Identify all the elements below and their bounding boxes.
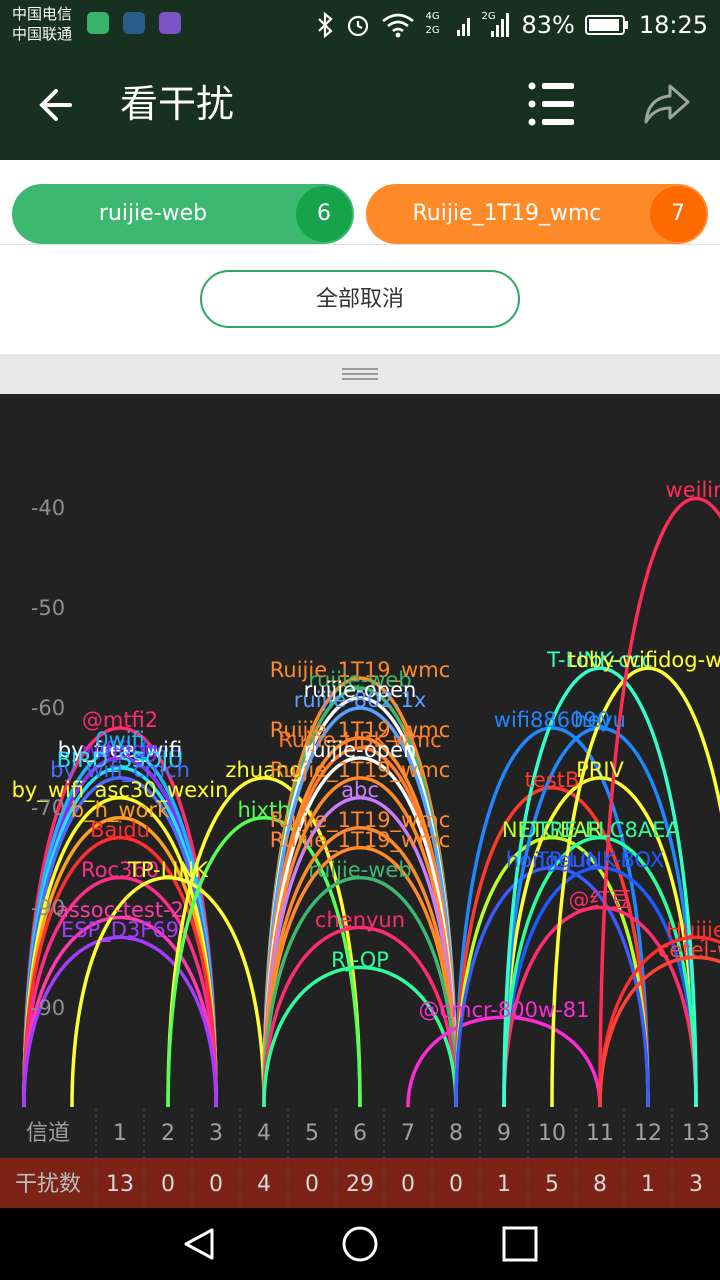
signal-label: Baidu xyxy=(90,818,150,842)
app-bar: 看干扰 xyxy=(0,48,720,160)
signal-bars-icon-2 xyxy=(491,13,510,37)
status-bar: 中国电信 中国联通 4G 2G 2G 83% 18:25 xyxy=(0,0,720,48)
signal-label: PRIV xyxy=(576,758,624,782)
page-title: 看干扰 xyxy=(120,82,235,126)
signal-label: OTRE-ELC8AEA xyxy=(520,818,680,842)
signal-label: heyu xyxy=(574,708,626,732)
channel-number: 3 xyxy=(209,1121,223,1146)
signal-label: weilin xyxy=(666,478,720,502)
network-chip-count-badge: 7 xyxy=(650,186,706,242)
back-arrow-icon[interactable] xyxy=(26,75,86,135)
net-2g-label: 2G xyxy=(425,25,440,36)
battery-percent: 83% xyxy=(521,11,575,39)
clock-time: 18:25 xyxy=(638,11,708,39)
network-chip-count-badge: 6 xyxy=(296,186,352,242)
alarm-clock-icon xyxy=(348,15,369,37)
signal-label: abc xyxy=(341,778,379,802)
cancel-all-button[interactable]: 全部取消 xyxy=(200,270,520,328)
notification-app-icon-2 xyxy=(123,12,145,34)
channel-number: 9 xyxy=(497,1121,511,1146)
y-tick-label: -90 xyxy=(31,896,65,920)
signal-label: Ruijie_1T19_wmc xyxy=(270,828,450,853)
y-tick-label: -90 xyxy=(31,996,65,1020)
y-tick-label: -60 xyxy=(31,696,65,720)
signal-label: TP-LINK xyxy=(127,858,209,882)
signal-label: @红豆 xyxy=(569,888,632,912)
channel-number: 2 xyxy=(161,1121,175,1146)
signal-label: @cmcr-800w-81 xyxy=(419,998,590,1022)
bluetooth-icon xyxy=(318,12,334,38)
signal-arc xyxy=(22,935,218,1107)
nav-home-icon[interactable] xyxy=(340,1224,380,1264)
signal-label: testB xyxy=(525,768,580,792)
interference-count: 0 xyxy=(401,1172,415,1197)
y-tick-label: -50 xyxy=(31,596,65,620)
channel-number: 10 xyxy=(538,1121,566,1146)
signal-label: toby-wifidog-wi xyxy=(568,648,720,672)
signal-arc xyxy=(598,955,720,1107)
carrier-1: 中国电信 xyxy=(12,5,73,23)
interference-count: 1 xyxy=(497,1172,511,1197)
list-menu-icon[interactable] xyxy=(520,74,580,134)
signal-bars-icon-1 xyxy=(457,18,471,36)
channel-number: 11 xyxy=(586,1121,614,1146)
signal-2-indicator: 2G xyxy=(481,11,511,39)
channel-number: 4 xyxy=(257,1121,271,1146)
interference-count: 0 xyxy=(209,1172,223,1197)
interference-count: 29 xyxy=(346,1172,374,1197)
interference-chart-svg: by_wifi_freeby_free_wifiwifidog@mtfi20wi… xyxy=(0,478,720,1208)
interference-count: 0 xyxy=(305,1172,319,1197)
signal-arc xyxy=(598,935,720,1107)
interference-count: 4 xyxy=(257,1172,271,1197)
battery-icon xyxy=(584,15,628,35)
network-chip-ruijie-1t19-wmc[interactable]: Ruijie_1T19_wmc 7 xyxy=(366,184,708,244)
channel-number: 13 xyxy=(682,1121,710,1146)
interference-count: 5 xyxy=(545,1172,559,1197)
system-navigation-bar xyxy=(0,1208,720,1280)
y-tick-label: -70 xyxy=(31,796,65,820)
channel-number: 12 xyxy=(634,1121,662,1146)
interference-count: 0 xyxy=(161,1172,175,1197)
notification-app-icon-1 xyxy=(87,12,109,34)
network-type-indicator: 4G 2G xyxy=(425,11,447,39)
signal-label: ESP_D3F69 xyxy=(61,918,179,943)
carrier-labels: 中国电信 中国联通 xyxy=(12,4,72,44)
signal-label: ruijie-802.1x xyxy=(294,688,427,712)
y-tick-label: -40 xyxy=(31,496,65,520)
interference-count: 8 xyxy=(593,1172,607,1197)
signal-label: TP-LINK-BOX xyxy=(535,848,664,872)
interference-chart: by_wifi_free by_free_wifi wifidog @mtfi2 0wi… xyxy=(0,394,720,1208)
wifi-icon xyxy=(382,13,415,38)
drag-handle[interactable] xyxy=(0,354,720,394)
notification-app-icon-3 xyxy=(159,12,181,34)
channel-row-label: 信道 xyxy=(26,1121,70,1146)
channel-number: 8 xyxy=(449,1121,463,1146)
status-icons: 4G 2G 2G 83% 18:25 xyxy=(315,10,708,40)
net-4g-label: 4G xyxy=(425,11,440,22)
drag-handle-icon xyxy=(342,368,378,380)
interference-count: 1 xyxy=(641,1172,655,1197)
channel-number: 1 xyxy=(113,1121,127,1146)
channel-number: 7 xyxy=(401,1121,415,1146)
channel-number: 5 xyxy=(305,1121,319,1146)
signal-label: chenyun xyxy=(315,908,405,932)
interference-count: 3 xyxy=(689,1172,703,1197)
share-icon[interactable] xyxy=(636,74,696,134)
plot-area: by_wifi_freeby_free_wifiwifidog@mtfi20wi… xyxy=(12,478,720,1107)
divider xyxy=(0,244,720,245)
signal-label: Rj-OP xyxy=(331,948,389,972)
network-chip-label: Ruijie_1T19_wmc xyxy=(412,201,602,226)
interference-row-label: 干扰数 xyxy=(15,1172,81,1197)
interference-count: 0 xyxy=(449,1172,463,1197)
signal-label: ruijie-web xyxy=(308,858,411,882)
channel-number: 6 xyxy=(353,1121,367,1146)
network-chip-label: ruijie-web xyxy=(98,201,208,226)
carrier-2: 中国联通 xyxy=(12,25,73,43)
signal-label: cetel-w xyxy=(658,938,720,962)
nav-recents-icon[interactable] xyxy=(500,1224,540,1264)
network-chip-ruijie-web[interactable]: ruijie-web 6 xyxy=(12,184,354,244)
interference-count: 13 xyxy=(106,1172,134,1197)
nav-back-icon[interactable] xyxy=(180,1224,220,1264)
network-selector-panel: ruijie-web 6 Ruijie_1T19_wmc 7 全部取消 xyxy=(0,160,720,354)
